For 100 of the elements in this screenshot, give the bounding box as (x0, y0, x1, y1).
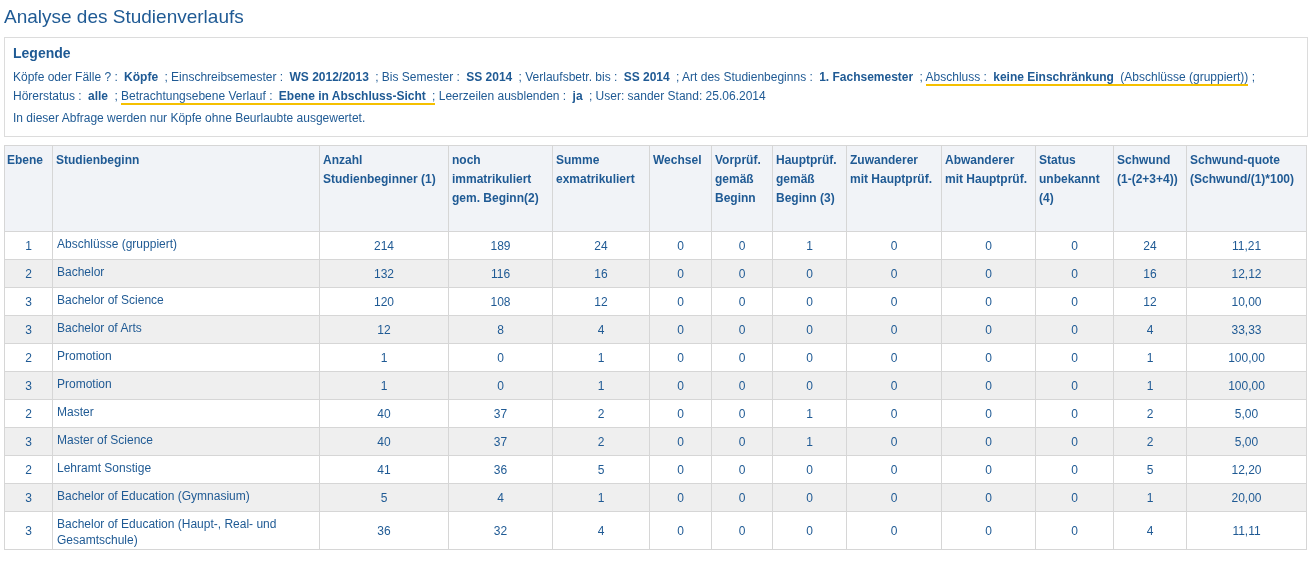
table-cell: 0 (1035, 455, 1114, 484)
table-cell: 0 (846, 511, 942, 550)
table-cell: 12,12 (1186, 259, 1307, 288)
table-cell: 0 (846, 427, 942, 456)
table-cell: 0 (846, 315, 942, 344)
table-cell: 11,21 (1186, 231, 1307, 260)
table-cell: 0 (1035, 231, 1114, 260)
table-cell: 0 (941, 315, 1036, 344)
table-cell: 40 (319, 399, 449, 428)
table-cell: 0 (846, 343, 942, 372)
table-cell: 36 (448, 455, 553, 484)
table-cell: 24 (552, 231, 650, 260)
table-cell: 2 (1113, 427, 1187, 456)
table-cell: 0 (1035, 399, 1114, 428)
table-cell: 12,20 (1186, 455, 1307, 484)
table-cell: 0 (846, 287, 942, 316)
table-cell: 0 (448, 343, 553, 372)
table-cell: 0 (1035, 259, 1114, 288)
table-cell: 0 (846, 371, 942, 400)
table-cell: 0 (941, 511, 1036, 550)
column-header: Studienbeginn (52, 145, 320, 232)
table-cell: 0 (711, 427, 773, 456)
table-cell: 2 (4, 259, 53, 288)
table-cell: Promotion (52, 371, 320, 400)
column-header: Schwund (1-(2+3+4)) (1113, 145, 1187, 232)
table-cell: 1 (772, 399, 847, 428)
table-cell: 12 (319, 315, 449, 344)
table-cell: 1 (772, 427, 847, 456)
table-cell: 1 (319, 343, 449, 372)
table-cell: 0 (772, 315, 847, 344)
column-header: Hauptprüf. gemäß Beginn (3) (772, 145, 847, 232)
table-cell: 4 (1113, 315, 1187, 344)
table-cell: 1 (552, 483, 650, 512)
table-cell: 0 (941, 259, 1036, 288)
table-cell: 0 (711, 315, 773, 344)
table-cell: 0 (649, 259, 712, 288)
table-cell: 0 (1035, 483, 1114, 512)
table-cell: 5 (1113, 455, 1187, 484)
table-cell: 0 (846, 483, 942, 512)
table-cell: 5 (319, 483, 449, 512)
table-cell: Bachelor of Arts (52, 315, 320, 344)
table-cell: 1 (552, 371, 650, 400)
table-cell: 4 (552, 315, 650, 344)
table-cell: 0 (711, 455, 773, 484)
table-cell: 1 (552, 343, 650, 372)
table-cell: 0 (1035, 427, 1114, 456)
table-cell: 24 (1113, 231, 1187, 260)
table-cell: 40 (319, 427, 449, 456)
table-cell: 0 (649, 343, 712, 372)
table-cell: 0 (941, 399, 1036, 428)
table-cell: 5,00 (1186, 399, 1307, 428)
table-cell: 0 (772, 371, 847, 400)
table-cell: 120 (319, 287, 449, 316)
table-cell: Promotion (52, 343, 320, 372)
column-header: Schwund-quote (Schwund/(1)*100) (1186, 145, 1307, 232)
table-cell: 32 (448, 511, 553, 550)
table-cell: 214 (319, 231, 449, 260)
table-cell: 3 (4, 511, 53, 550)
table-cell: 3 (4, 483, 53, 512)
table-cell: 0 (711, 287, 773, 316)
table-cell: Bachelor of Science (52, 287, 320, 316)
table-cell: 0 (941, 455, 1036, 484)
table-cell: Master (52, 399, 320, 428)
column-header: Zuwanderer mit Hauptprüf. (846, 145, 942, 232)
table-cell: 132 (319, 259, 449, 288)
table-cell: 3 (4, 287, 53, 316)
column-header: Vorprüf. gemäß Beginn (711, 145, 773, 232)
table-cell: Lehramt Sonstige (52, 455, 320, 484)
table-cell: 0 (649, 231, 712, 260)
table-cell: 16 (1113, 259, 1187, 288)
table-cell: 0 (649, 483, 712, 512)
table-cell: 0 (711, 483, 773, 512)
table-cell: 37 (448, 427, 553, 456)
table-cell: 3 (4, 427, 53, 456)
table-cell: 0 (941, 287, 1036, 316)
table-cell: 0 (941, 231, 1036, 260)
table-cell: 0 (772, 511, 847, 550)
table-cell: 0 (711, 231, 773, 260)
table-cell: 100,00 (1186, 343, 1307, 372)
table-cell: 41 (319, 455, 449, 484)
table-cell: 0 (649, 427, 712, 456)
table-cell: 0 (941, 371, 1036, 400)
table-cell: 37 (448, 399, 553, 428)
table-cell: 0 (649, 315, 712, 344)
table-cell: 36 (319, 511, 449, 550)
table-cell: 20,00 (1186, 483, 1307, 512)
table-cell: 189 (448, 231, 553, 260)
column-header: noch immatrikuliert gem. Beginn(2) (448, 145, 553, 232)
table-cell: 0 (772, 343, 847, 372)
table-cell: Bachelor of Education (Gymnasium) (52, 483, 320, 512)
table-cell: 1 (319, 371, 449, 400)
legend-text: Köpfe oder Fälle ? : Köpfe ; Einschreibsemester : WS 2012/2013 ; Bis Semester : SS 2014 ; Verlaufsbetr. bis : SS 2014 ; Art des Studienbeginns : 1. Fachsemester ; Abschluss : keine Einschränkung (Abschlüsse (gruppiert)) ; Hörerstatus : alle ; Betrachtungsebene Verlauf : Ebene in Abschluss-Sicht ; Leerzeilen ausblenden : ja ; User: sander Stand: 25.06.2014 (13, 69, 1256, 106)
table-cell: 0 (1035, 371, 1114, 400)
table-cell: 0 (711, 371, 773, 400)
table-cell: Bachelor (52, 259, 320, 288)
table-cell: 2 (4, 399, 53, 428)
table-cell: 0 (941, 483, 1036, 512)
table-cell: 0 (649, 511, 712, 550)
table-cell: 108 (448, 287, 553, 316)
table-cell: Bachelor of Education (Haupt-, Real- und Gesamtschule) (52, 511, 320, 550)
